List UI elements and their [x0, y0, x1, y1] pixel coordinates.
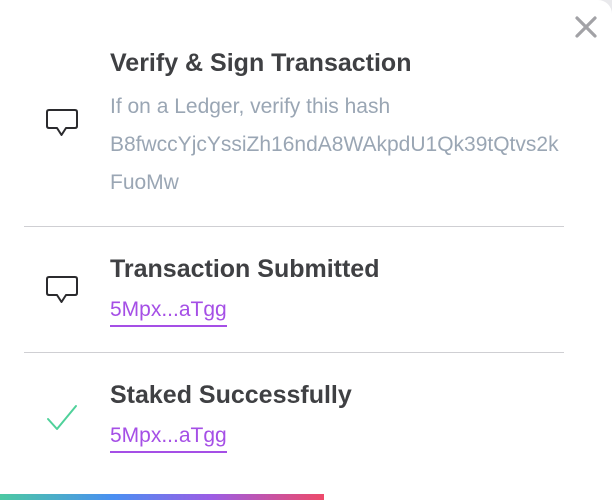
- step-verify-sign-body: Verify & Sign Transaction If on a Ledger…: [110, 48, 564, 202]
- step-title: Transaction Submitted: [110, 255, 380, 283]
- step-staked-successfully-body: Staked Successfully 5Mpx...aTgg: [110, 380, 564, 453]
- step-title: Staked Successfully: [110, 381, 352, 409]
- step-transaction-submitted-body: Transaction Submitted 5Mpx...aTgg: [110, 254, 564, 327]
- progress-bar-fill: [0, 494, 325, 500]
- speech-bubble-icon: [46, 109, 78, 136]
- transaction-link[interactable]: 5Mpx...aTgg: [110, 424, 227, 453]
- close-icon[interactable]: [573, 14, 599, 40]
- step-verify-sign: Verify & Sign Transaction If on a Ledger…: [24, 48, 564, 198]
- step-transaction-submitted: Transaction Submitted 5Mpx...aTgg: [24, 254, 564, 334]
- ledger-hint-text: If on a Ledger, verify this hash: [110, 95, 391, 118]
- progress-bar: [0, 494, 612, 500]
- divider: [24, 352, 564, 353]
- transaction-status-modal: Verify & Sign Transaction If on a Ledger…: [0, 0, 612, 500]
- transaction-link[interactable]: 5Mpx...aTgg: [110, 298, 227, 327]
- step-staked-successfully: Staked Successfully 5Mpx...aTgg: [24, 380, 564, 460]
- speech-bubble-icon: [46, 276, 78, 303]
- divider: [24, 226, 564, 227]
- checkmark-icon: [47, 405, 77, 430]
- step-title: Verify & Sign Transaction: [110, 49, 412, 77]
- transaction-hash: B8fwccYjcYssiZh16ndA8WAkpdU1Qk39tQtvs2kF…: [110, 133, 559, 194]
